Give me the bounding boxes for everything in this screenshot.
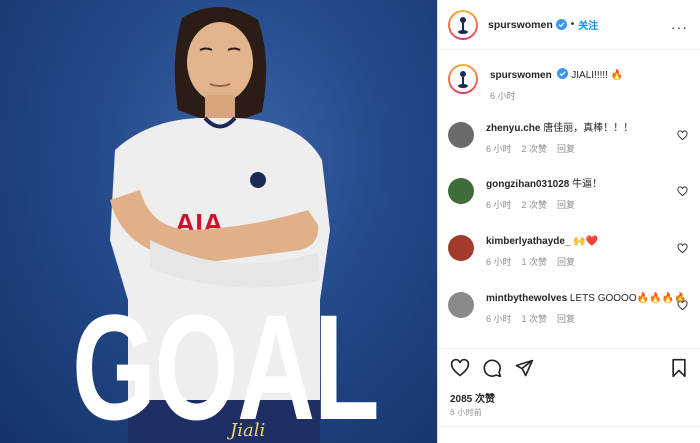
caption-text: JIALI!!!!! 🔥 — [571, 70, 624, 81]
separator-dot: • — [570, 19, 575, 30]
comment-time: 6 小时 — [486, 200, 512, 210]
reply-button[interactable]: 回复 — [557, 255, 575, 269]
comment-text: LETS GOOOO🔥🔥🔥🔥 — [569, 293, 687, 304]
caption-time: 6 小时 — [490, 91, 516, 101]
goal-text: GOAL — [72, 283, 380, 443]
caption: spurswomen JIALI!!!!! 🔥 6 小时 — [448, 64, 690, 103]
share-icon[interactable] — [514, 358, 534, 378]
post-photo[interactable]: AIA GOAL Jiali — [0, 0, 437, 443]
caption-username[interactable]: spurswomen — [490, 70, 552, 81]
comment-item: mintbythewolves LETS GOOOO🔥🔥🔥🔥 6 小时 1 次赞… — [448, 292, 690, 326]
follow-button[interactable]: 关注 — [578, 17, 598, 32]
reply-button[interactable]: 回复 — [557, 198, 575, 212]
commenter-avatar[interactable] — [448, 178, 474, 204]
save-bookmark-icon[interactable] — [670, 358, 688, 378]
divider — [438, 426, 700, 427]
comment-username[interactable]: zhenyu.che — [486, 123, 540, 134]
comment-time: 6 小时 — [486, 144, 512, 154]
comment-time: 6 小时 — [486, 257, 512, 267]
author-username[interactable]: spurswomen — [488, 19, 553, 31]
comment-username[interactable]: mintbythewolves — [486, 293, 567, 304]
action-bar — [438, 348, 700, 386]
reply-button[interactable]: 回复 — [557, 312, 575, 326]
verified-badge-icon — [557, 68, 569, 79]
caption-avatar[interactable] — [448, 64, 478, 94]
comment-text: 🙌❤️ — [573, 236, 599, 247]
spurs-logo-icon — [458, 71, 468, 88]
heart-icon[interactable] — [677, 300, 688, 311]
commenter-avatar[interactable] — [448, 292, 474, 318]
heart-icon[interactable] — [677, 186, 688, 197]
post-header: spurswomen • 关注 ··· — [438, 0, 700, 50]
spurs-logo-icon — [458, 16, 468, 34]
post-timestamp: 6 小时前 — [450, 408, 483, 417]
comment-time: 6 小时 — [486, 314, 512, 324]
comment-text: 牛逼！ — [572, 179, 603, 190]
like-icon[interactable] — [450, 358, 470, 378]
comment-likes[interactable]: 1 次赞 — [522, 312, 548, 326]
comment-username[interactable]: kimberlyathayde_ — [486, 236, 571, 247]
heart-icon[interactable] — [677, 243, 688, 254]
heart-icon[interactable] — [677, 130, 688, 141]
comment-likes[interactable]: 2 次赞 — [522, 198, 548, 212]
comment-likes[interactable]: 1 次赞 — [522, 255, 548, 269]
post-side-panel: spurswomen • 关注 ··· spurswomen JIALI!!!!… — [437, 0, 700, 443]
reply-button[interactable]: 回复 — [557, 142, 575, 156]
comment-likes[interactable]: 2 次赞 — [522, 142, 548, 156]
comment-item: zhenyu.che 唐佳丽，真棒！！！ 6 小时 2 次赞 回复 — [448, 122, 690, 156]
signature-text: Jiali — [230, 420, 266, 441]
comments-list: spurswomen JIALI!!!!! 🔥 6 小时 zhenyu.che … — [438, 50, 700, 348]
more-options-button[interactable]: ··· — [671, 19, 688, 35]
instagram-post-modal: AIA GOAL Jiali spurswomen • 关注 ··· spurs… — [0, 0, 700, 443]
author-avatar[interactable] — [448, 9, 478, 40]
likes-count[interactable]: 2085 次赞 — [450, 390, 495, 405]
comment-username[interactable]: gongzihan031028 — [486, 179, 569, 190]
comment-item: kimberlyathayde_ 🙌❤️ 6 小时 1 次赞 回复 — [448, 235, 690, 269]
comment-icon[interactable] — [482, 358, 502, 378]
comment-text: 唐佳丽，真棒！！！ — [543, 123, 634, 134]
comment-item: gongzihan031028 牛逼！ 6 小时 2 次赞 回复 — [448, 178, 690, 212]
commenter-avatar[interactable] — [448, 122, 474, 148]
commenter-avatar[interactable] — [448, 235, 474, 261]
verified-badge-icon — [555, 19, 567, 30]
